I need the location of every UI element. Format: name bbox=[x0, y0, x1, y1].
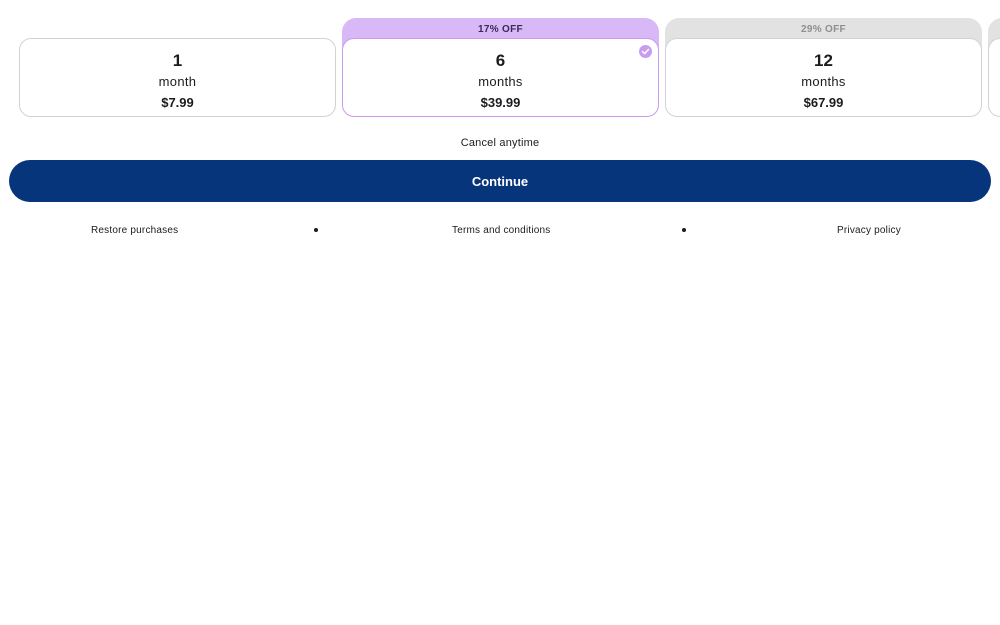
separator-dot bbox=[314, 228, 318, 232]
plan-card[interactable] bbox=[988, 38, 1000, 117]
terms-link[interactable]: Terms and conditions bbox=[452, 225, 551, 236]
restore-purchases-link[interactable]: Restore purchases bbox=[91, 225, 178, 236]
plan-option-6-months[interactable]: 17% OFF 6 months $39.99 bbox=[342, 18, 659, 117]
plan-duration-unit: months bbox=[801, 74, 846, 89]
plan-duration-unit: months bbox=[478, 74, 523, 89]
paywall-sheet: 1 month $7.99 17% OFF 6 months $39.99 29… bbox=[0, 0, 1000, 625]
plan-option-12-months[interactable]: 29% OFF 12 months $67.99 bbox=[665, 18, 982, 117]
plan-price: $7.99 bbox=[161, 95, 194, 110]
plan-options: 1 month $7.99 17% OFF 6 months $39.99 29… bbox=[0, 18, 1000, 118]
continue-button[interactable]: Continue bbox=[9, 160, 991, 202]
plan-card[interactable]: 1 month $7.99 bbox=[19, 38, 336, 117]
plan-duration-number: 12 bbox=[814, 51, 833, 70]
plan-card[interactable]: 12 months $67.99 bbox=[665, 38, 982, 117]
plan-option-1-month[interactable]: 1 month $7.99 bbox=[19, 18, 336, 117]
plan-price: $39.99 bbox=[480, 95, 521, 110]
plan-duration-number: 1 bbox=[172, 51, 183, 70]
footer-links: Restore purchases Terms and conditions P… bbox=[0, 223, 1000, 239]
plan-price: $67.99 bbox=[803, 95, 844, 110]
plan-duration-unit: month bbox=[158, 74, 197, 89]
check-circle-icon bbox=[639, 45, 652, 58]
plan-option-partial[interactable] bbox=[988, 18, 1000, 117]
plan-card[interactable]: 6 months $39.99 bbox=[342, 38, 659, 117]
privacy-policy-link[interactable]: Privacy policy bbox=[837, 225, 901, 236]
cancel-anytime-text: Cancel anytime bbox=[460, 137, 540, 149]
separator-dot bbox=[682, 228, 686, 232]
plan-duration-number: 6 bbox=[495, 51, 506, 70]
